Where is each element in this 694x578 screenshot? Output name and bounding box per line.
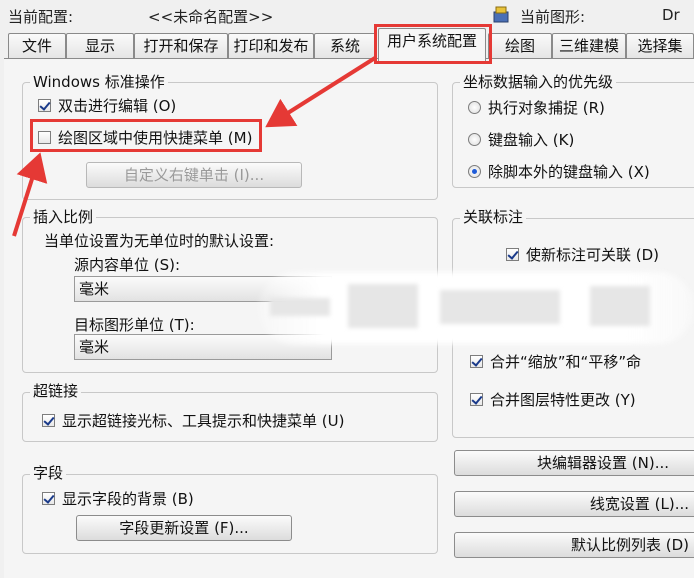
arrow-up-to-option — [12, 152, 48, 237]
annotation-arrows — [12, 56, 377, 237]
arrow-tab-to-option — [265, 56, 377, 128]
